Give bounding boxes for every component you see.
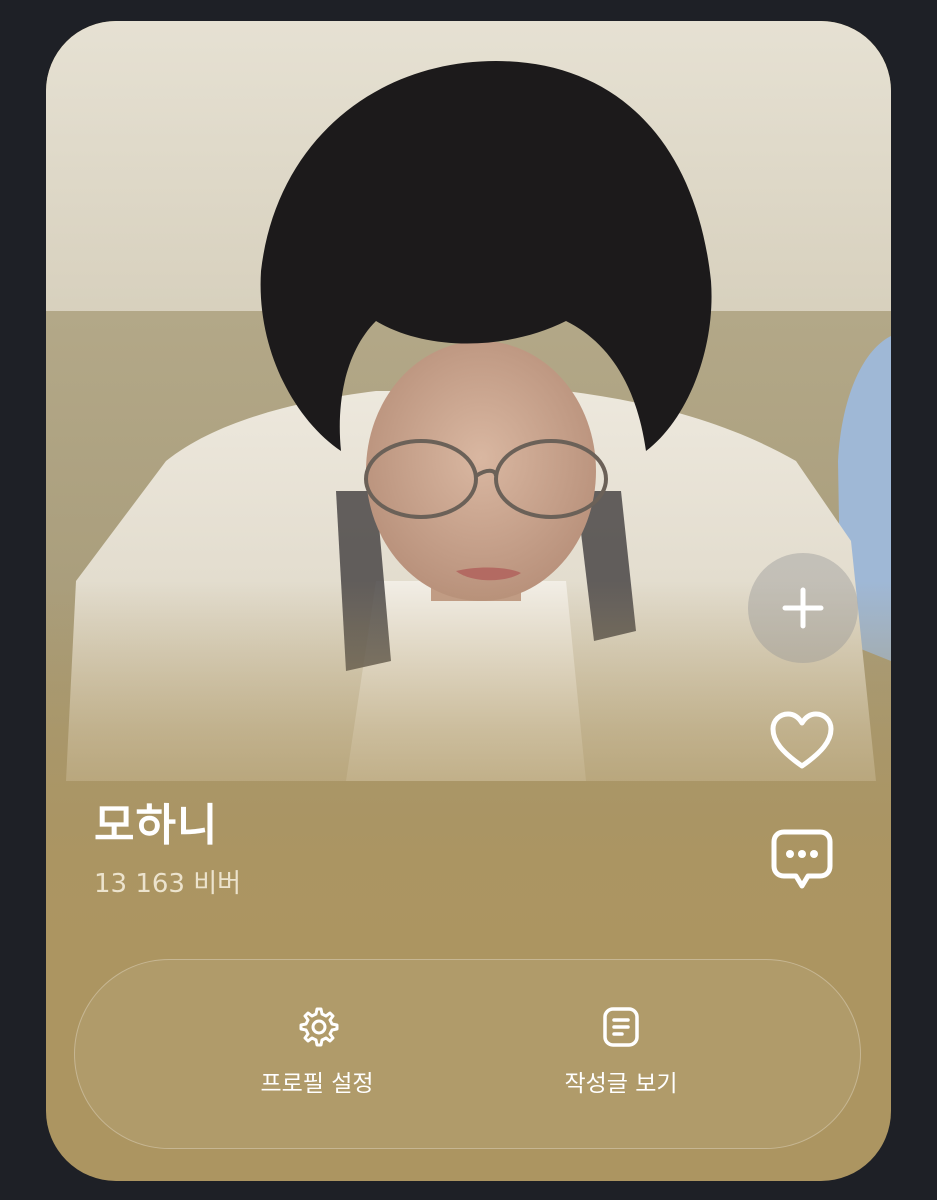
chat-bubble-icon xyxy=(771,829,833,889)
profile-name: 모하니 xyxy=(94,800,219,851)
profile-settings-label: 프로필 설정 xyxy=(260,1071,374,1097)
view-posts-button[interactable]: 작성글 보기 xyxy=(501,1004,741,1114)
add-button[interactable] xyxy=(748,553,858,663)
document-icon xyxy=(603,1007,639,1047)
follower-count: 13 163 비버 xyxy=(94,869,242,899)
plus-icon xyxy=(782,587,824,629)
like-button[interactable] xyxy=(764,703,840,779)
message-button[interactable] xyxy=(764,821,840,897)
profile-card: 모하니 13 163 비버 프로필 설정 작성글 보기 xyxy=(46,21,891,1181)
gear-icon xyxy=(299,1007,339,1047)
profile-settings-button[interactable]: 프로필 설정 xyxy=(197,1004,437,1114)
profile-actions-bar: 프로필 설정 작성글 보기 xyxy=(74,959,861,1149)
heart-icon xyxy=(770,711,834,769)
view-posts-label: 작성글 보기 xyxy=(564,1071,678,1097)
